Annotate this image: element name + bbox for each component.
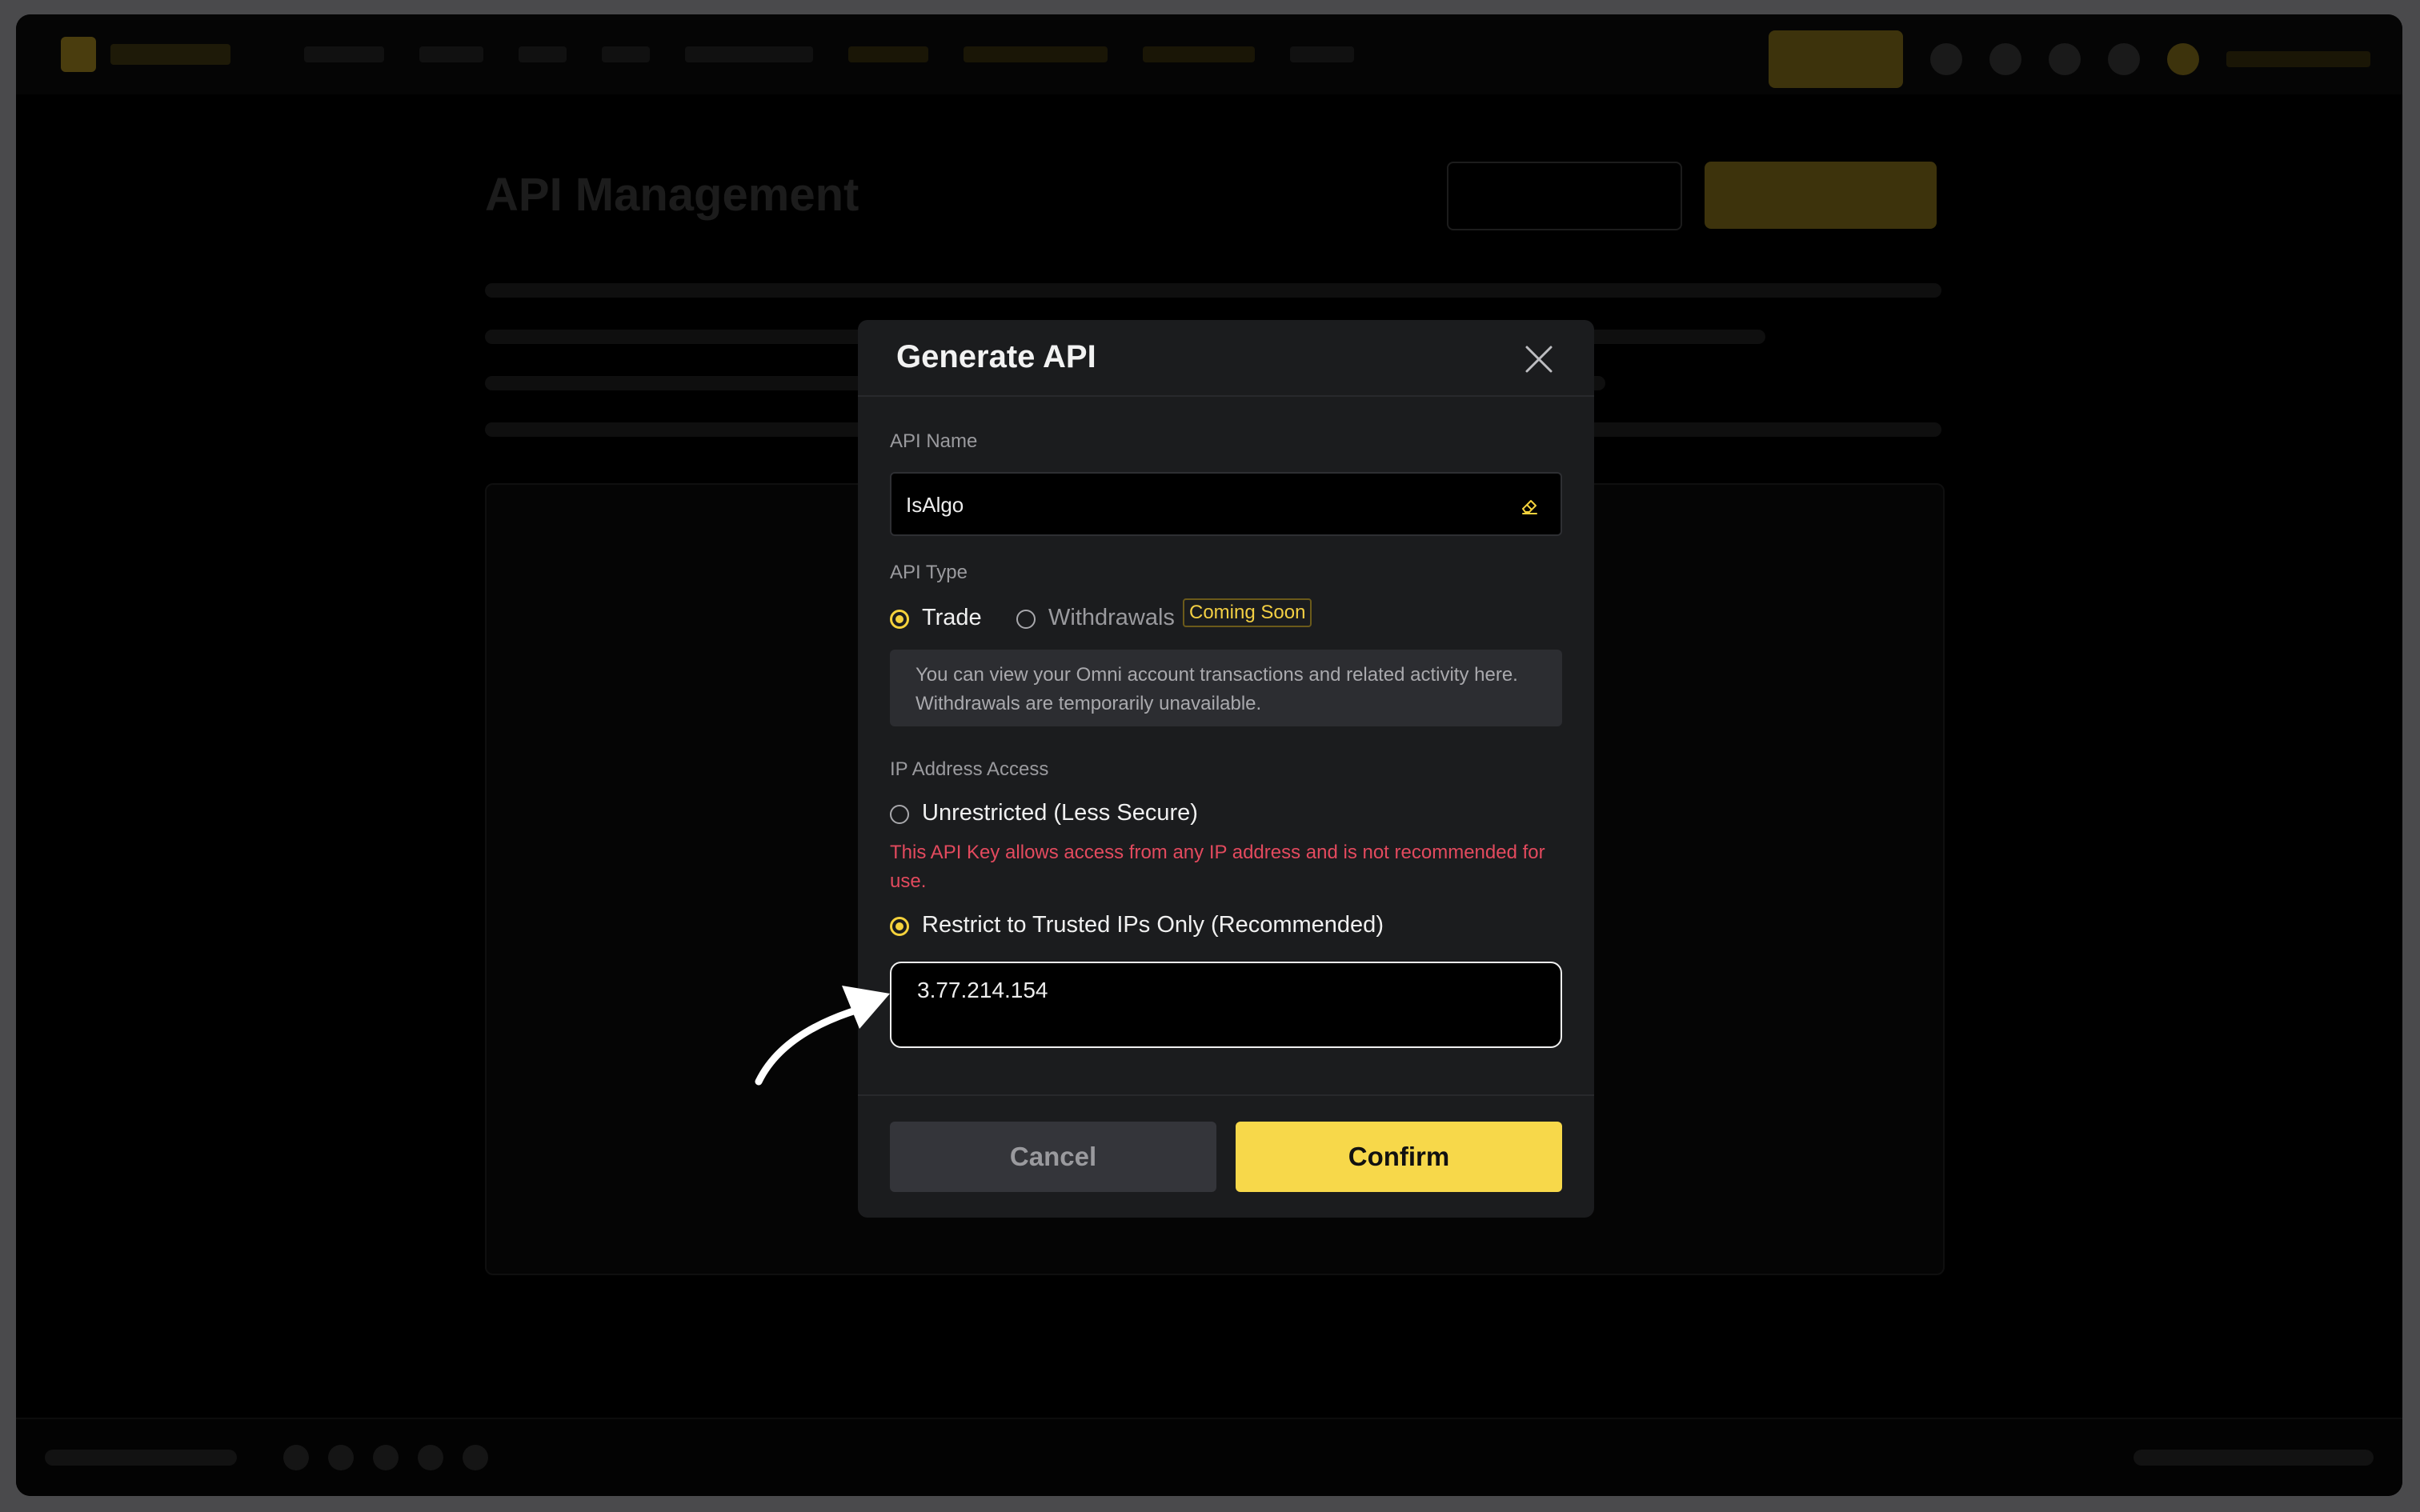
arrow-annotation-icon — [755, 986, 890, 1086]
api-name-field[interactable] — [890, 472, 1562, 536]
app-window: API Management Generate API API Name IsA… — [16, 14, 2402, 1496]
ip-access-label: IP Address Access — [890, 758, 1049, 780]
info-line-2: Withdrawals are temporarily unavailable. — [916, 693, 1262, 714]
eraser-icon[interactable] — [1519, 494, 1541, 517]
api-name-label: API Name — [890, 430, 978, 452]
modal-header: Generate API — [858, 320, 1594, 397]
cancel-button[interactable]: Cancel — [890, 1122, 1216, 1192]
nav-menu — [304, 46, 1354, 62]
radio-trade[interactable] — [890, 610, 909, 629]
trusted-ip-input[interactable]: 3.77.214.154 — [916, 976, 1551, 1043]
confirm-button[interactable]: Confirm — [1236, 1122, 1562, 1192]
generate-api-modal: Generate API API Name API Type Trade Wit… — [858, 320, 1594, 1218]
api-name-input[interactable] — [904, 474, 1516, 536]
footer — [16, 1418, 2402, 1496]
footer-divider — [858, 1094, 1594, 1096]
info-line-1: You can view your Omni account transacti… — [916, 664, 1518, 686]
coming-soon-badge: Coming Soon — [1183, 598, 1312, 627]
trusted-ip-field[interactable]: 3.77.214.154 — [890, 962, 1562, 1048]
radio-restricted-label[interactable]: Restrict to Trusted IPs Only (Recommende… — [922, 912, 1384, 938]
logo — [61, 34, 230, 75]
radio-unrestricted-label[interactable]: Unrestricted (Less Secure) — [922, 800, 1198, 826]
api-type-info: You can view your Omni account transacti… — [890, 650, 1562, 726]
unrestricted-warning: This API Key allows access from any IP a… — [890, 842, 1545, 892]
page-title: API Management — [485, 169, 859, 221]
close-icon[interactable] — [1521, 341, 1557, 378]
radio-withdrawals[interactable] — [1016, 610, 1036, 629]
radio-restricted[interactable] — [890, 917, 909, 936]
background-outline-button — [1447, 162, 1682, 230]
radio-trade-label[interactable]: Trade — [922, 605, 982, 631]
modal-title: Generate API — [896, 339, 1096, 374]
background-primary-button — [1705, 162, 1937, 229]
top-navigation — [16, 14, 2402, 94]
api-type-label: API Type — [890, 562, 968, 583]
nav-actions — [1769, 30, 2370, 88]
radio-unrestricted[interactable] — [890, 805, 909, 824]
radio-withdrawals-label[interactable]: Withdrawals — [1048, 605, 1175, 631]
